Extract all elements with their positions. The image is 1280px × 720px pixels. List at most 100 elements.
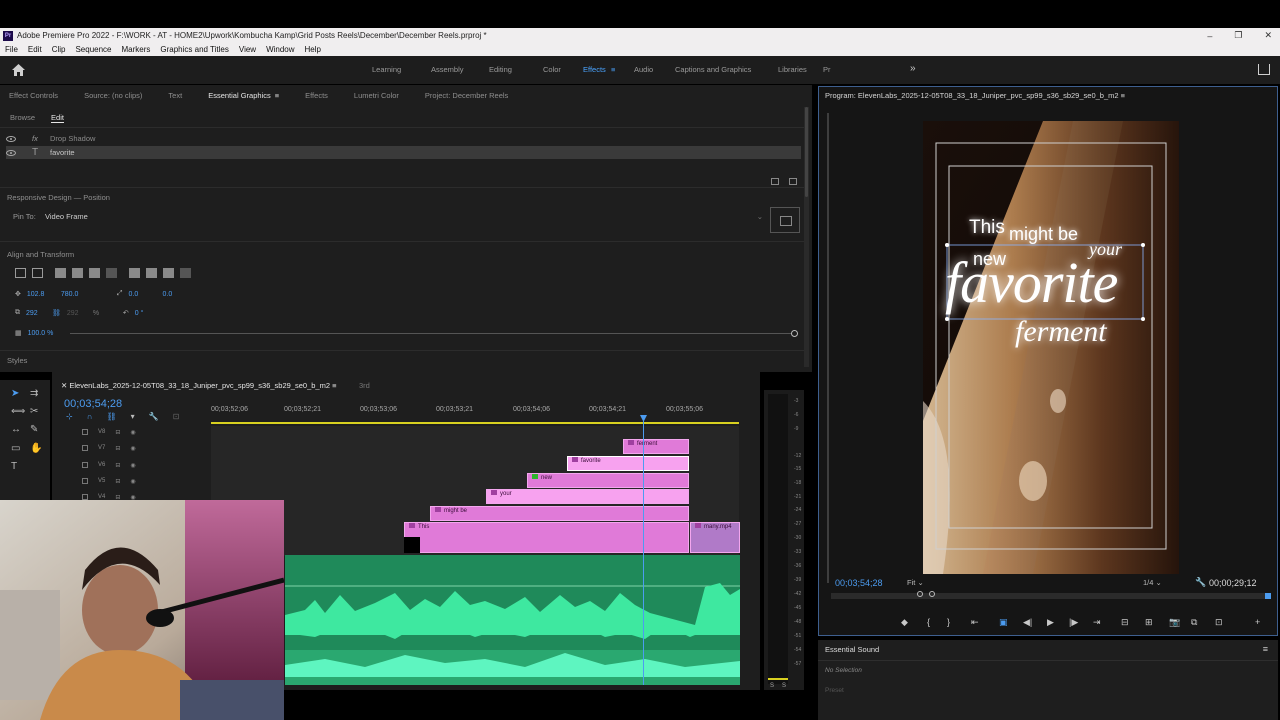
clip-this[interactable]: This (404, 522, 689, 553)
track-header-v6[interactable]: V6 ⊟ ◉ (82, 457, 211, 473)
align-vertical-center-icon[interactable] (15, 268, 26, 278)
tab-source[interactable]: Source: (no clips) (84, 91, 142, 100)
scale-width-value[interactable]: 292 (26, 310, 46, 317)
slip-tool-icon[interactable]: ↔ (11, 424, 21, 435)
zoom-dropdown[interactable]: Fit ⌄ (907, 578, 924, 587)
workspace-menu-icon[interactable]: ≡ (611, 65, 634, 74)
track-header-v8[interactable]: V8 ⊟ ◉ (82, 424, 211, 440)
comparison-view-icon[interactable]: ⧉ (1191, 617, 1197, 628)
panel-menu-icon[interactable]: ≡ (1263, 644, 1268, 654)
linked-selection-icon[interactable]: ⛓ (106, 412, 116, 421)
time-ruler[interactable]: 00;03;52;06 00;03;52;21 00;03;53;06 00;0… (211, 400, 739, 422)
hand-tool-icon[interactable]: ✋ (30, 443, 42, 454)
clip-your[interactable]: your (486, 489, 689, 504)
eye-icon[interactable]: ◉ (130, 478, 135, 485)
overlay-text-ferment[interactable]: ferment (1015, 315, 1107, 349)
workspace-tab-effects[interactable]: Effects (583, 65, 611, 74)
menu-window[interactable]: Window (266, 45, 294, 54)
workspace-tab-pr[interactable]: Pr (823, 65, 831, 74)
eye-icon[interactable]: ◉ (130, 445, 135, 452)
layer-row-selected[interactable]: T favorite (6, 146, 801, 159)
align-bottom-icon[interactable] (163, 268, 174, 278)
clip-new[interactable]: new (527, 473, 689, 488)
opacity-slider-track[interactable] (70, 333, 792, 334)
opacity-value[interactable]: 100.0 % (28, 330, 54, 337)
minimize-button[interactable]: – (1207, 31, 1212, 41)
clip-many-mp4[interactable]: many.mp4 (690, 522, 740, 553)
overlay-text-favorite[interactable]: favorite (945, 249, 1118, 316)
sequence-tab[interactable]: ✕ ElevenLabs_2025-12-05T08_33_18_Juniper… (61, 381, 336, 390)
add-marker-icon[interactable]: ◆ (901, 617, 908, 628)
workspace-tab-learning[interactable]: Learning (372, 65, 431, 74)
tab-essential-graphics[interactable]: Essential Graphics (208, 91, 271, 100)
resolution-dropdown[interactable]: 1/4 ⌄ (1143, 578, 1162, 587)
overlay-text-might-be[interactable]: might be (1009, 224, 1078, 245)
playhead-marker[interactable] (1265, 593, 1271, 599)
align-center-icon[interactable] (72, 268, 83, 278)
solo-button[interactable]: S (782, 683, 786, 689)
overlay-text-this[interactable]: This (969, 217, 1005, 239)
step-back-icon[interactable]: ◀| (1023, 617, 1032, 628)
align-middle-icon[interactable] (146, 268, 157, 278)
extract-icon[interactable]: ⊞ (1145, 617, 1153, 628)
subtab-browse[interactable]: Browse (10, 113, 35, 123)
wrench-icon[interactable]: 🔧 (149, 412, 159, 421)
razor-tool-icon[interactable]: ✂ (30, 406, 38, 417)
step-forward-icon[interactable]: |▶ (1069, 617, 1078, 628)
sync-icon[interactable]: ⊟ (115, 429, 120, 436)
track-header-v5[interactable]: V5 ⊟ ◉ (82, 473, 211, 489)
panel-scrollbar[interactable] (804, 107, 809, 367)
align-horizontal-center-icon[interactable] (32, 268, 43, 278)
export-frame-icon[interactable]: 📷 (1169, 617, 1180, 628)
mark-in-icon[interactable]: { (927, 617, 930, 627)
video-canvas[interactable]: This might be new your favorite ferment (923, 121, 1179, 574)
menu-view[interactable]: View (239, 45, 256, 54)
workspace-overflow-icon[interactable]: » (910, 63, 916, 74)
tab-lumetri-color[interactable]: Lumetri Color (354, 91, 399, 100)
ripple-edit-tool-icon[interactable]: ⟺ (11, 406, 25, 417)
subtab-edit[interactable]: Edit (51, 113, 64, 123)
type-tool-icon[interactable]: T (11, 461, 17, 472)
maximize-button[interactable]: ❐ (1234, 30, 1242, 41)
rectangle-tool-icon[interactable]: ▭ (11, 443, 20, 454)
tab-text[interactable]: Text (168, 91, 182, 100)
anchor-y-value[interactable]: 0.0 (162, 291, 172, 298)
new-group-icon[interactable] (771, 178, 779, 185)
lock-icon[interactable] (82, 445, 88, 451)
settings-wrench-icon[interactable]: 🔧 (1195, 577, 1206, 588)
anchor-x-value[interactable]: 0.0 (128, 291, 156, 298)
menu-file[interactable]: File (5, 45, 18, 54)
play-icon[interactable]: ▶ (1047, 617, 1054, 628)
selection-tool-icon[interactable]: ➤ (11, 388, 19, 399)
program-timecode[interactable]: 00;03;54;28 (835, 578, 883, 588)
close-button[interactable]: ✕ (1264, 30, 1272, 41)
tab-effects[interactable]: Effects (305, 91, 328, 100)
align-top-icon[interactable] (129, 268, 140, 278)
in-point-handle[interactable] (917, 591, 923, 597)
timeline-timecode[interactable]: 00;03;54;28 (64, 398, 122, 410)
marker-icon[interactable]: ▾ (131, 412, 135, 421)
tab-effect-controls[interactable]: Effect Controls (9, 91, 58, 100)
position-x-value[interactable]: 102.8 (27, 291, 55, 298)
eye-icon[interactable] (6, 149, 16, 156)
clip-might-be[interactable]: might be (430, 506, 689, 521)
captions-icon[interactable]: ⊡ (173, 412, 180, 421)
audio-track-area[interactable] (285, 555, 740, 685)
menu-markers[interactable]: Markers (122, 45, 151, 54)
menu-help[interactable]: Help (305, 45, 321, 54)
position-y-value[interactable]: 780.0 (61, 291, 111, 298)
work-area-bar[interactable] (211, 422, 739, 424)
pen-tool-icon[interactable]: ✎ (30, 424, 38, 435)
tab-menu-icon[interactable]: ≡ (275, 91, 279, 100)
rotation-value[interactable]: 0 ° (135, 310, 144, 317)
link-icon[interactable]: ⛓ (52, 309, 61, 317)
out-point-handle[interactable] (929, 591, 935, 597)
menu-edit[interactable]: Edit (28, 45, 42, 54)
program-scrub-bar[interactable] (831, 591, 1271, 599)
eye-icon[interactable]: ◉ (130, 429, 135, 436)
menu-clip[interactable]: Clip (52, 45, 66, 54)
mark-out-icon[interactable]: } (947, 617, 950, 627)
sync-icon[interactable]: ⊟ (115, 478, 120, 485)
eye-icon[interactable] (6, 135, 16, 142)
nest-icon[interactable]: ⊹ (66, 412, 73, 421)
